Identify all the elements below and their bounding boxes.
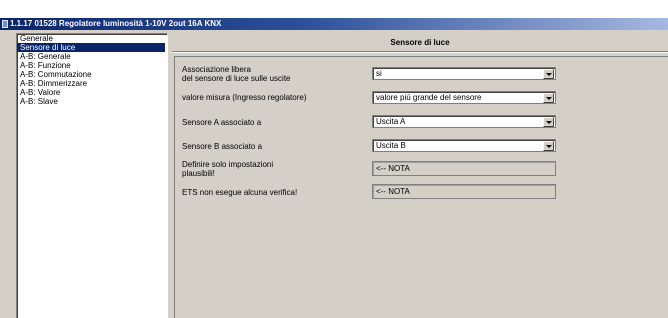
param-label-line: Associazione libera [182,65,251,74]
sensore-a-select[interactable]: Uscita A [372,115,556,128]
param-label-line: Sensore A associato a [182,118,262,127]
app-icon [2,20,8,28]
associazione-libera-select[interactable]: si [372,67,556,80]
sidebar-item-ab-dimmerizzare[interactable]: A-B: Dimmerizzare [17,79,165,88]
parameter-tree[interactable]: Generale Sensore di luce A-B: Generale A… [16,33,168,318]
param-label-line: Sensore B associato a [182,142,263,151]
param-label-line: valore misura (Ingresso regolatore) [182,93,307,102]
sensore-b-select[interactable]: Uscita B [372,139,556,152]
select-value: si [376,69,382,78]
select-value: valore più grande del sensore [376,93,482,102]
select-value: Uscita A [376,117,406,126]
nota-field: <-- NOTA [372,161,556,176]
sidebar-item-sensore-di-luce[interactable]: Sensore di luce [17,43,165,52]
chevron-down-icon[interactable] [543,93,554,103]
param-label-associazione: Associazione libera del sensore di luce … [182,65,291,83]
param-label-sensore-b: Sensore B associato a [182,142,262,151]
chevron-down-icon[interactable] [543,69,554,79]
panel-title: Sensore di luce [172,33,668,52]
param-label-line: del sensore di luce sulle uscite [182,74,291,83]
param-label-valore-misura: valore misura (Ingresso regolatore) [182,93,307,102]
chevron-down-icon[interactable] [543,141,554,151]
nota-field: <-- NOTA [372,184,556,199]
param-label-line: ETS non esegue alcuna verifica! [182,188,298,197]
sidebar-item-ab-funzione[interactable]: A-B: Funzione [17,61,165,70]
sidebar-item-ab-slave[interactable]: A-B: Slave [17,97,165,106]
param-label-definire: Definire solo impostazioni plausibili! [182,160,273,178]
sidebar-item-ab-valore[interactable]: A-B: Valore [17,88,165,97]
param-label-sensore-a: Sensore A associato a [182,118,261,127]
select-value: Uscita B [376,141,406,150]
nota-value: <-- NOTA [376,164,410,173]
parameter-form: Associazione libera del sensore di luce … [174,56,668,318]
sidebar-item-ab-commutazione[interactable]: A-B: Commutazione [17,70,165,79]
parameter-panel: Sensore di luce Associazione libera del … [172,33,668,318]
window-titlebar[interactable]: 1.1.17 01528 Regolatore luminosità 1-10V… [0,0,668,30]
chevron-down-icon[interactable] [543,117,554,127]
titlebar-caption-bar[interactable]: 1.1.17 01528 Regolatore luminosità 1-10V… [0,18,668,30]
param-label-ets: ETS non esegue alcuna verifica! [182,188,297,197]
nota-value: <-- NOTA [376,187,410,196]
param-label-line: Definire solo impostazioni [182,160,274,169]
param-label-line: plausibili! [182,169,215,178]
sidebar-item-generale[interactable]: Generale [17,34,165,43]
window-title: 1.1.17 01528 Regolatore luminosità 1-10V… [10,19,222,28]
sidebar-item-ab-generale[interactable]: A-B: Generale [17,52,165,61]
valore-misura-select[interactable]: valore più grande del sensore [372,91,556,104]
